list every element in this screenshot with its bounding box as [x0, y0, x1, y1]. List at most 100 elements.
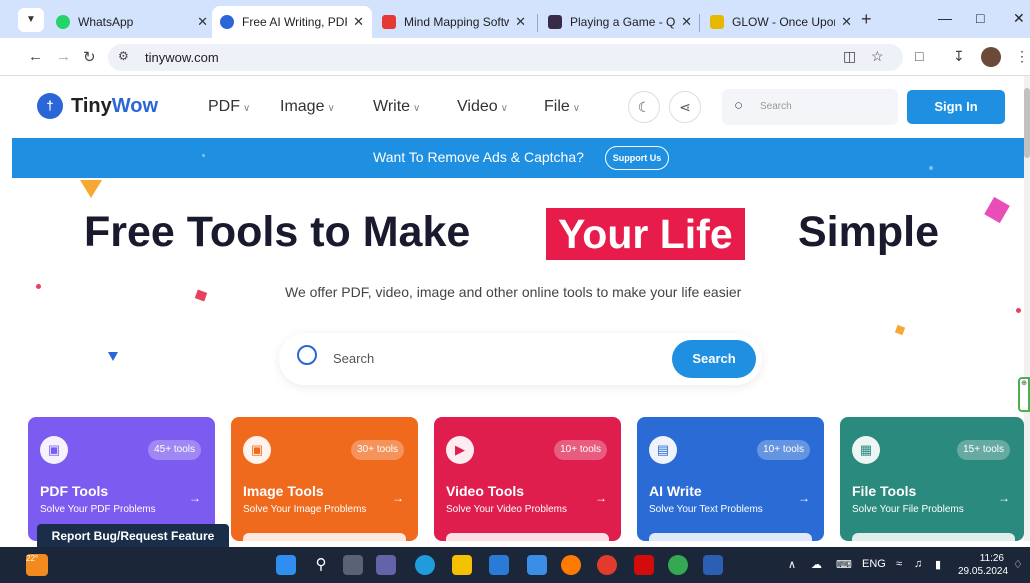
hero-search-button[interactable]: Search: [672, 340, 756, 378]
dark-mode-toggle-icon[interactable]: ☾: [628, 91, 660, 123]
logo-text-tiny: Tiny: [71, 95, 112, 117]
taskbar-clock[interactable]: 11:26 29.05.2024: [958, 552, 1008, 578]
image-icon: ▣: [243, 436, 271, 464]
share-icon[interactable]: ⋖: [669, 91, 701, 123]
tab-tinywow[interactable]: Free AI Writing, PDF, Ima ✕: [212, 6, 372, 38]
card-preview-strip: [446, 533, 609, 541]
card-file-tools[interactable]: ▦ 15+ tools File Tools Solve Your File P…: [840, 417, 1024, 541]
card-pdf-tools[interactable]: ▣ 45+ tools PDF Tools Solve Your PDF Pro…: [28, 417, 215, 541]
support-us-button[interactable]: Support Us: [605, 146, 669, 170]
window-close-button[interactable]: ✕: [1013, 10, 1025, 27]
search-placeholder: Search: [760, 101, 792, 112]
notification-bell-icon[interactable]: ♢: [1013, 558, 1023, 571]
opera-icon[interactable]: [597, 555, 617, 575]
language-indicator[interactable]: ENG: [862, 558, 886, 570]
tab-quizizz[interactable]: Playing a Game - Quiziz ✕: [540, 6, 700, 38]
chevron-down-icon: ∨: [243, 103, 251, 114]
tool-count-badge: 30+ tools: [351, 440, 404, 460]
tool-count-badge: 10+ tools: [757, 440, 810, 460]
back-icon[interactable]: ←: [28, 48, 43, 65]
report-bug-button[interactable]: Report Bug/Request Feature: [37, 524, 229, 548]
teams-icon[interactable]: [376, 555, 396, 575]
nav-write[interactable]: Write ∨: [373, 98, 420, 116]
extensions-icon[interactable]: □: [915, 48, 923, 64]
site-header: † TinyWow PDF ∨ Image ∨ Write ∨ Video ∨ File…: [12, 76, 1024, 138]
search-icon[interactable]: ⚲: [311, 555, 331, 575]
side-widget-icon[interactable]: ⊕: [1018, 377, 1030, 412]
card-video-tools[interactable]: ▶ 10+ tools Video Tools Solve Your Video…: [434, 417, 621, 541]
tab-whatsapp[interactable]: WhatsApp ✕: [48, 6, 216, 38]
task-view-icon[interactable]: [343, 555, 363, 575]
arrow-right-icon: →: [392, 491, 404, 505]
onedrive-cloud-icon[interactable]: ☁: [811, 558, 822, 571]
nav-label: Write: [373, 98, 411, 115]
file-explorer-icon[interactable]: [452, 555, 472, 575]
site-info-icon[interactable]: ⚙: [118, 49, 129, 63]
chevron-down-icon: ∨: [500, 103, 508, 114]
download-icon[interactable]: ↧: [953, 48, 965, 65]
file-icon: ▦: [852, 436, 880, 464]
card-subtitle: Solve Your Video Problems: [446, 504, 568, 515]
browser-tab-strip: ▼ WhatsApp ✕ Free AI Writing, PDF, Ima ✕…: [0, 0, 1030, 38]
close-icon[interactable]: ✕: [841, 14, 852, 30]
forward-icon[interactable]: →: [56, 48, 71, 65]
nav-pdf[interactable]: PDF ∨: [208, 98, 250, 116]
scrollbar-thumb[interactable]: [1024, 88, 1030, 158]
card-subtitle: Solve Your Image Problems: [243, 504, 367, 515]
decor-triangle: [108, 352, 118, 361]
firefox-icon[interactable]: [561, 555, 581, 575]
site-logo[interactable]: TinyWow: [71, 95, 158, 118]
tab-title: Free AI Writing, PDF, Ima: [242, 15, 347, 29]
hero-search-placeholder: Search: [333, 351, 375, 366]
tab-search-button[interactable]: ▼: [18, 8, 44, 32]
minimize-button[interactable]: —: [938, 10, 952, 26]
close-icon[interactable]: ✕: [197, 14, 208, 30]
windows-taskbar: 22° ⚲ ∧ ☁ ⌨ ENG ≈ ♫ ▮ 11:26 29.05.2024 ♢: [0, 547, 1030, 583]
mail-icon[interactable]: [527, 555, 547, 575]
nav-video[interactable]: Video ∨: [457, 98, 508, 116]
start-icon[interactable]: [276, 555, 296, 575]
tab-glow[interactable]: GLOW - Once Upon a Pi ✕: [702, 6, 860, 38]
nav-file[interactable]: File ∨: [544, 98, 580, 116]
nav-image[interactable]: Image ∨: [280, 98, 335, 116]
store-icon[interactable]: [489, 555, 509, 575]
hero-search-bar[interactable]: Search Search: [279, 333, 762, 385]
tinywow-favicon-icon: [220, 15, 234, 29]
ai-write-icon: ▤: [649, 436, 677, 464]
sign-in-button[interactable]: Sign In: [907, 90, 1005, 124]
card-preview-strip: [852, 533, 1015, 541]
card-image-tools[interactable]: ▣ 30+ tools Image Tools Solve Your Image…: [231, 417, 418, 541]
page-scrollbar[interactable]: [1024, 76, 1030, 541]
card-ai-write[interactable]: ▤ 10+ tools AI Write Solve Your Text Pro…: [637, 417, 824, 541]
profile-avatar[interactable]: [981, 47, 1001, 67]
word-icon[interactable]: [703, 555, 723, 575]
reload-icon[interactable]: ↻: [83, 48, 96, 66]
card-subtitle: Solve Your File Problems: [852, 504, 964, 515]
edge-icon[interactable]: [415, 555, 435, 575]
tray-overflow-chevron-icon[interactable]: ∧: [788, 558, 796, 571]
maximize-button[interactable]: □: [976, 10, 984, 26]
search-icon: [297, 345, 317, 365]
nav-label: File: [544, 98, 570, 115]
glow-favicon-icon: [710, 15, 724, 29]
close-icon[interactable]: ✕: [515, 14, 526, 30]
chrome-icon[interactable]: [668, 555, 688, 575]
new-tab-button[interactable]: +: [861, 9, 872, 30]
keyboard-icon[interactable]: ⌨: [836, 558, 852, 571]
url-bar[interactable]: ⚙ tinywow.com: [108, 44, 903, 71]
wifi-icon[interactable]: ≈: [896, 558, 902, 570]
header-search-input[interactable]: ○ Search: [722, 89, 898, 125]
volume-icon[interactable]: ♫: [914, 558, 922, 570]
tab-mind-mapping[interactable]: Mind Mapping Software ✕: [374, 6, 534, 38]
battery-icon[interactable]: ▮: [935, 558, 941, 571]
close-icon[interactable]: ✕: [681, 14, 692, 30]
tinywow-logo-icon[interactable]: †: [37, 93, 63, 119]
weather-widget[interactable]: 22°: [26, 554, 48, 576]
close-icon[interactable]: ✕: [353, 14, 364, 30]
tool-count-badge: 15+ tools: [957, 440, 1010, 460]
translate-icon[interactable]: ◫: [843, 48, 856, 65]
netflix-icon[interactable]: [634, 555, 654, 575]
more-menu-icon[interactable]: ⋮: [1015, 48, 1029, 65]
bookmark-star-icon[interactable]: ☆: [871, 48, 884, 65]
card-title: Video Tools: [446, 483, 525, 499]
